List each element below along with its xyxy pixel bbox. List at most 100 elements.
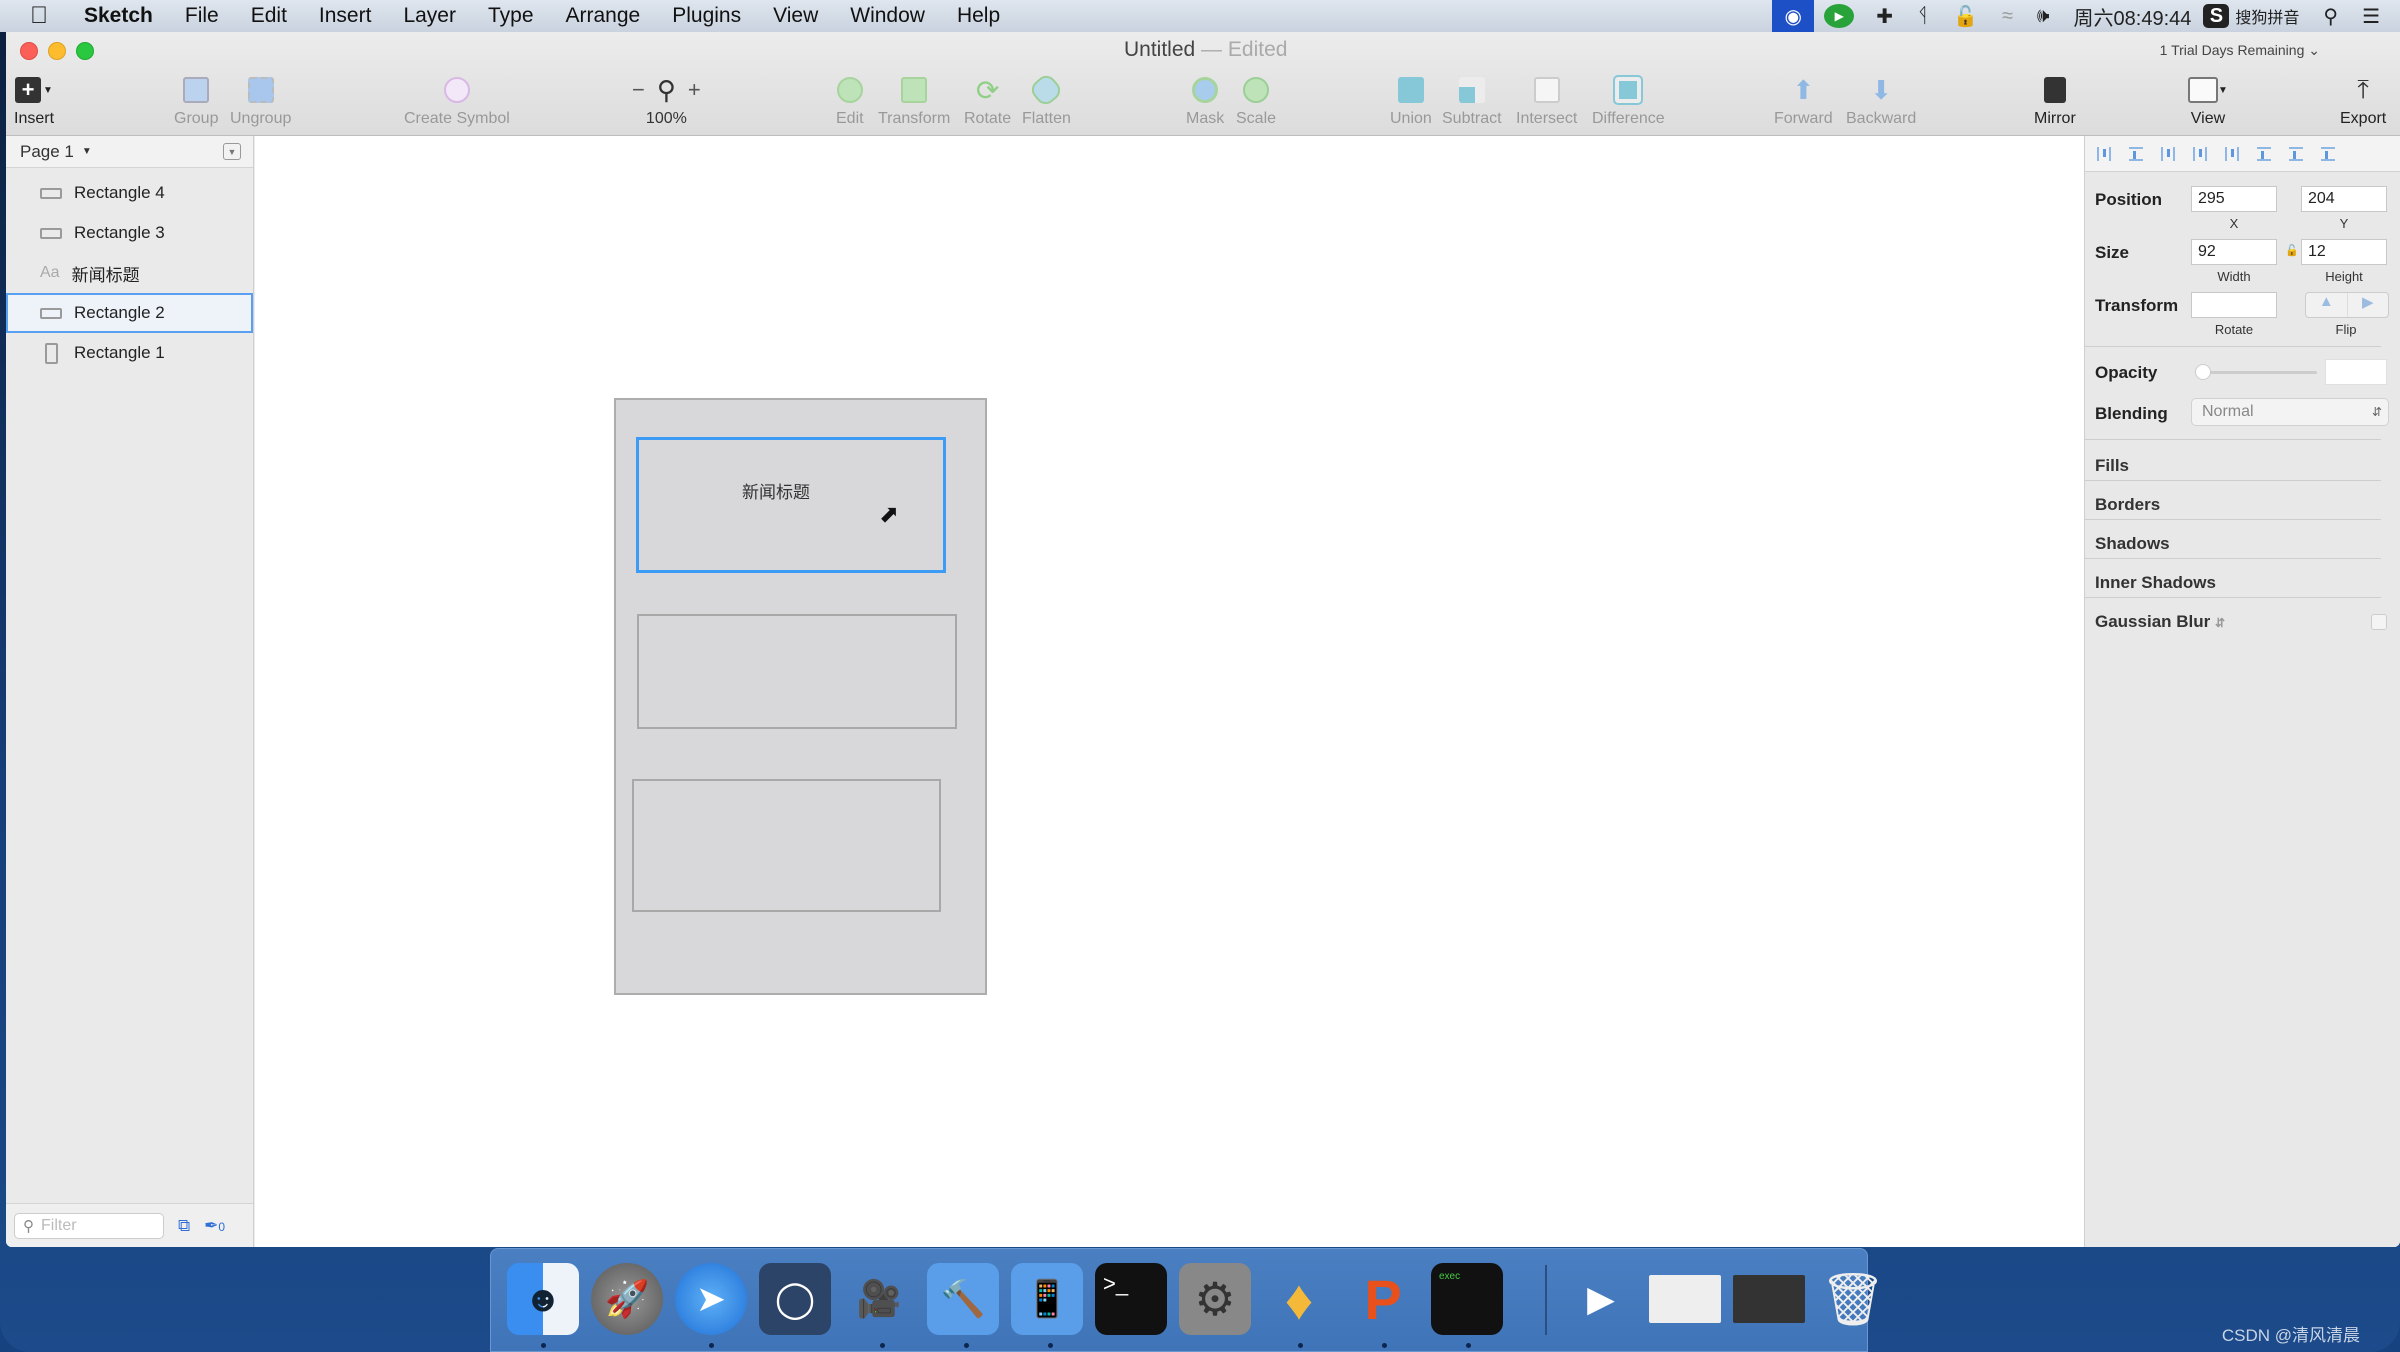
dock-xcode-icon[interactable]: 🔨 — [927, 1263, 999, 1335]
zoom-in-button[interactable]: + — [688, 77, 701, 103]
canvas[interactable]: 新闻标题 ⬈ — [255, 136, 2084, 1247]
inner-shadows-section[interactable]: Inner Shadows — [2095, 573, 2216, 593]
dock-media-player-icon[interactable]: ▶ — [1565, 1263, 1637, 1335]
flatten-button[interactable]: Flatten — [1022, 71, 1071, 128]
opacity-input[interactable] — [2325, 359, 2387, 385]
group-button[interactable]: Group — [174, 72, 218, 128]
export-button[interactable]: ⤒ Export — [2340, 72, 2386, 128]
edit-button[interactable]: Edit — [836, 72, 864, 128]
subtract-button[interactable]: Subtract — [1442, 72, 1502, 128]
menu-help[interactable]: Help — [941, 0, 1016, 32]
height-input[interactable]: 12 — [2301, 239, 2387, 265]
rotate-button[interactable]: ⟳ Rotate — [964, 72, 1011, 128]
dock-exec-icon[interactable]: exec — [1431, 1263, 1503, 1335]
menu-arrange[interactable]: Arrange — [550, 0, 657, 32]
menu-layer[interactable]: Layer — [387, 0, 472, 32]
dock-screen-capture-icon[interactable] — [1733, 1275, 1805, 1323]
lock-icon[interactable]: 🔓 — [1941, 0, 1990, 32]
bluetooth-icon[interactable]: ᛩ — [1905, 0, 1941, 32]
align-middle-icon[interactable] — [2289, 146, 2303, 161]
align-top-icon[interactable] — [2257, 146, 2271, 161]
backward-button[interactable]: ⬇ Backward — [1846, 72, 1916, 128]
dock-sketch-icon[interactable]: ♦ — [1263, 1263, 1335, 1335]
layer-item-rectangle-1[interactable]: Rectangle 1 — [6, 333, 253, 373]
layer-item-rectangle-2[interactable]: Rectangle 2 — [6, 293, 253, 333]
dock-document-icon[interactable] — [1649, 1275, 1721, 1323]
scale-button[interactable]: Scale — [1236, 72, 1276, 128]
rotate-input[interactable] — [2191, 292, 2277, 318]
pages-toggle-icon[interactable]: ▼ — [223, 143, 241, 160]
dock-simulator-icon[interactable]: 📱 — [1011, 1263, 1083, 1335]
menu-insert[interactable]: Insert — [303, 0, 388, 32]
slices-filter-button[interactable]: ✒0 — [204, 1216, 225, 1236]
layer-item-rectangle-3[interactable]: Rectangle 3 — [6, 213, 253, 253]
layer-item-rectangle-4[interactable]: Rectangle 4 — [6, 173, 253, 213]
filter-input[interactable]: ⚲ Filter — [14, 1212, 164, 1239]
layer-item-text[interactable]: Aa 新闻标题 — [6, 253, 253, 293]
forward-button[interactable]: ⬆ Forward — [1774, 72, 1833, 128]
gaussian-blur-section[interactable]: Gaussian Blur ⇵ — [2095, 612, 2225, 632]
symbols-filter-icon[interactable]: ⧉ — [178, 1216, 190, 1236]
dock-system-preferences-icon[interactable]: ⚙ — [1179, 1263, 1251, 1335]
distribute-vertical-icon[interactable] — [2129, 146, 2143, 161]
union-button[interactable]: Union — [1390, 72, 1432, 128]
ungroup-button[interactable]: Ungroup — [230, 72, 291, 128]
wifi-icon[interactable]: ≈ — [1990, 0, 2025, 32]
page-selector[interactable]: Page 1 ▼ ▼ — [6, 136, 253, 168]
blending-select[interactable]: Normal ⇵ — [2191, 398, 2389, 426]
opacity-slider[interactable] — [2195, 364, 2317, 380]
mirror-button[interactable]: Mirror — [2034, 72, 2076, 128]
dock-trash-icon[interactable]: 🗑 — [1817, 1263, 1889, 1335]
menu-type[interactable]: Type — [472, 0, 550, 32]
screen-record-icon[interactable]: ◉ — [1772, 0, 1815, 32]
menu-view[interactable]: View — [757, 0, 834, 32]
sogou-icon[interactable]: S — [2203, 4, 2230, 28]
apple-menu-icon[interactable]:  — [0, 0, 68, 32]
move-icon[interactable]: ✚ — [1864, 0, 1905, 32]
mask-button[interactable]: Mask — [1186, 72, 1224, 128]
dock-launchpad-icon[interactable]: 🚀 — [591, 1263, 663, 1335]
dock-mouse-icon[interactable]: ◯ — [759, 1263, 831, 1335]
zoom-window-button[interactable] — [76, 42, 94, 60]
dock-movie-icon[interactable]: 🎥 — [843, 1263, 915, 1335]
rectangle-2-selected[interactable] — [636, 437, 946, 573]
zoom-out-button[interactable]: − — [632, 77, 645, 103]
borders-section[interactable]: Borders — [2095, 495, 2160, 515]
shadows-section[interactable]: Shadows — [2095, 534, 2170, 554]
menu-plugins[interactable]: Plugins — [656, 0, 757, 32]
dock-presentation-icon[interactable]: P — [1347, 1263, 1419, 1335]
menu-edit[interactable]: Edit — [235, 0, 303, 32]
align-right-icon[interactable] — [2225, 146, 2239, 161]
distribute-horizontal-icon[interactable] — [2097, 146, 2111, 161]
lock-ratio-icon[interactable]: 🔓 — [2285, 244, 2299, 257]
menu-app-sketch[interactable]: Sketch — [68, 0, 169, 32]
dock-terminal-icon[interactable]: >_ — [1095, 1263, 1167, 1335]
intersect-button[interactable]: Intersect — [1516, 72, 1577, 128]
news-title-text[interactable]: 新闻标题 — [742, 478, 810, 503]
transform-button[interactable]: Transform — [878, 72, 950, 128]
gaussian-blur-checkbox[interactable] — [2371, 614, 2387, 630]
flip-horizontal-icon[interactable]: ▲ — [2306, 293, 2348, 317]
view-button[interactable]: ▼ View — [2188, 72, 2228, 128]
position-y-input[interactable]: 204 — [2301, 186, 2387, 212]
close-window-button[interactable] — [20, 42, 38, 60]
align-center-icon[interactable] — [2193, 146, 2207, 161]
position-x-input[interactable]: 295 — [2191, 186, 2277, 212]
clock[interactable]: 周六08:49:44 — [2062, 0, 2204, 32]
rectangle-3[interactable] — [637, 614, 957, 729]
create-symbol-button[interactable]: Create Symbol — [404, 72, 510, 128]
fills-section[interactable]: Fills — [2095, 456, 2129, 476]
spotlight-icon[interactable]: ⚲ — [2311, 0, 2350, 32]
play-icon[interactable]: ▶ — [1824, 4, 1855, 28]
rectangle-4[interactable] — [632, 779, 941, 912]
menu-file[interactable]: File — [169, 0, 235, 32]
align-bottom-icon[interactable] — [2321, 146, 2335, 161]
dock-safari-icon[interactable]: ➤ — [675, 1263, 747, 1335]
flip-vertical-icon[interactable]: ▶ — [2348, 293, 2389, 317]
input-method[interactable]: 搜狗拼音 — [2235, 0, 2311, 32]
menu-window[interactable]: Window — [834, 0, 941, 32]
opacity-slider-knob[interactable] — [2195, 364, 2211, 380]
align-left-icon[interactable] — [2161, 146, 2175, 161]
insert-button[interactable]: + ▼ Insert — [14, 72, 54, 128]
notification-list-icon[interactable]: ☰ — [2350, 0, 2400, 32]
